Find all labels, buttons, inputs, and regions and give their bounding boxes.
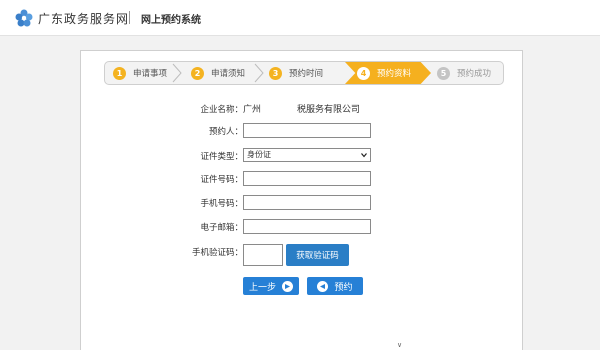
top-header: 广东政务服务网 网上预约系统 [0, 0, 600, 36]
submit-button[interactable]: 预约 [307, 277, 363, 295]
step-4: 4 预约资料 [357, 62, 411, 84]
step-number: 3 [269, 66, 282, 80]
booker-label: 预约人： [208, 127, 243, 137]
step-progress-bar: 1 申请事项 2 申请须知 3 预约时间 4 预约资料 5 预约成功 [104, 61, 504, 85]
company-value-left: 广州 [243, 105, 262, 115]
scroll-down-marker: ∨ [397, 341, 403, 349]
prev-button-label: 上一步 [248, 282, 276, 293]
phone-input[interactable] [243, 195, 371, 210]
chevron-down-icon [361, 153, 367, 158]
sms-code-label: 手机验证码： [191, 248, 243, 258]
email-input[interactable] [243, 219, 371, 234]
id-number-label: 证件号码： [200, 175, 243, 185]
company-row: 企业名称： 广州 税服务有限公司 [81, 101, 524, 117]
email-row: 电子邮箱： [81, 219, 524, 235]
company-value-right: 税服务有限公司 [297, 105, 361, 115]
sms-code-input[interactable] [243, 244, 283, 266]
phone-label: 手机号码： [200, 199, 243, 209]
logo-icon[interactable] [14, 8, 34, 28]
step-3: 3 预约时间 [269, 62, 323, 84]
step-label: 预约时间 [289, 69, 324, 79]
id-type-label: 证件类型： [200, 152, 243, 162]
step-separator-icon [172, 63, 182, 83]
step-label: 预约成功 [457, 69, 492, 79]
header-divider [129, 11, 130, 24]
phone-row: 手机号码： [81, 195, 524, 211]
prev-button[interactable]: 上一步 [243, 277, 299, 295]
step-label: 申请事项 [133, 69, 168, 79]
booker-input[interactable] [243, 123, 371, 138]
get-code-button[interactable]: 获取验证码 [286, 244, 349, 266]
id-number-input[interactable] [243, 171, 371, 186]
sms-code-row: 手机验证码： 获取验证码 [81, 244, 524, 268]
step-5: 5 预约成功 [437, 62, 491, 84]
step-label: 申请须知 [211, 69, 246, 79]
step-number: 2 [191, 66, 204, 80]
brand-title[interactable]: 广东政务服务网 [38, 10, 129, 27]
id-type-selected: 身份证 [247, 150, 271, 159]
arrow-left-circle-icon [317, 280, 329, 292]
step-number: 1 [113, 66, 126, 80]
step-2: 2 申请须知 [191, 62, 245, 84]
step-separator-icon [254, 63, 264, 83]
company-label: 企业名称： [200, 105, 243, 115]
company-value: 广州 税服务有限公司 [243, 102, 360, 115]
email-label: 电子邮箱： [200, 223, 243, 233]
main-panel: 1 申请事项 2 申请须知 3 预约时间 4 预约资料 5 预约成功 企业名称：… [80, 50, 523, 350]
booker-row: 预约人： [81, 123, 524, 139]
arrow-right-circle-icon [282, 280, 293, 292]
id-type-select[interactable]: 身份证 [243, 148, 371, 162]
step-number: 4 [357, 66, 370, 80]
submit-button-label: 预约 [334, 282, 353, 293]
step-number: 5 [437, 66, 450, 80]
id-number-row: 证件号码： [81, 171, 524, 187]
id-type-row: 证件类型： 身份证 [81, 148, 524, 164]
step-1: 1 申请事项 [113, 62, 167, 84]
system-name: 网上预约系统 [141, 15, 201, 26]
step-label: 预约资料 [377, 69, 412, 79]
